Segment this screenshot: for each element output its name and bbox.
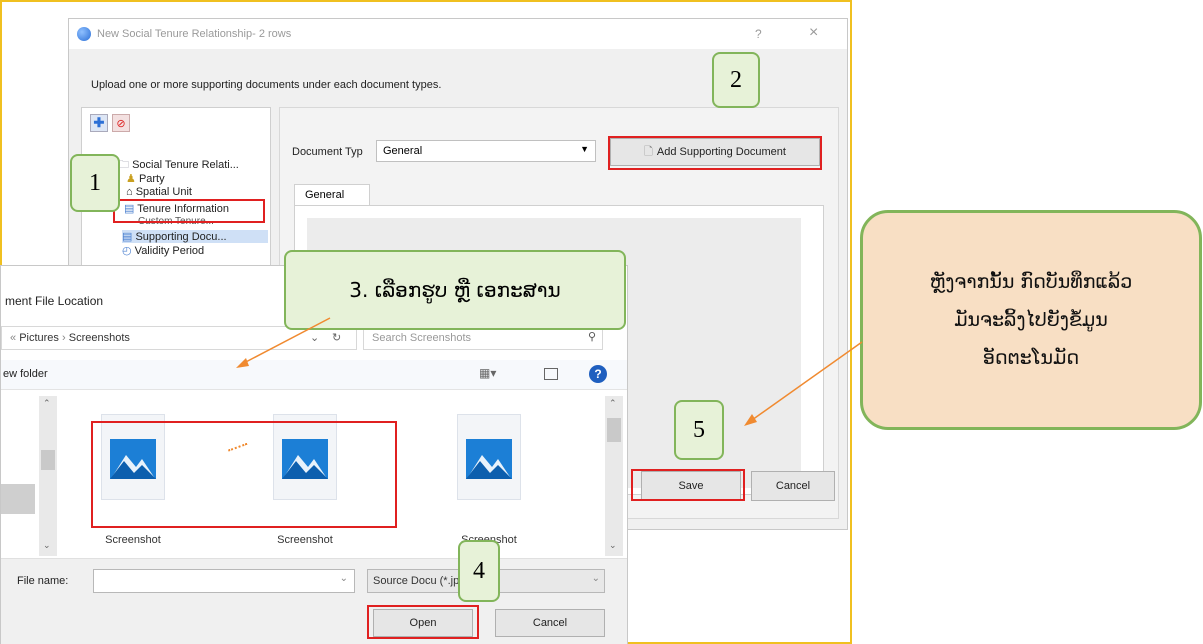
arrowhead-callout — [744, 414, 757, 426]
arrowhead-step3 — [236, 358, 249, 368]
arrow-step3 — [241, 317, 331, 365]
annotation-arrows — [236, 317, 863, 426]
arrow-callout — [751, 341, 863, 421]
